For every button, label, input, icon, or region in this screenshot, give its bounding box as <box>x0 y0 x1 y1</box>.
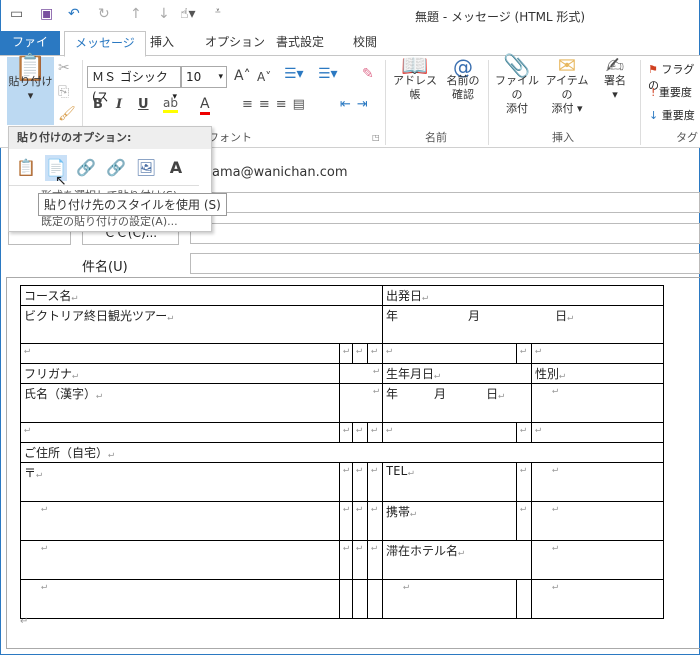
picture-icon[interactable]: 🖼 <box>135 155 157 181</box>
insert-group-label: 挿入 <box>552 131 574 144</box>
tab-insert[interactable]: 挿入 <box>140 31 184 56</box>
link-keep-source-icon[interactable]: 🔗 <box>75 155 97 181</box>
window-title: 無題 - メッセージ (HTML 形式) <box>415 10 586 24</box>
birthdate-value[interactable]: 年月日↵ <box>382 383 533 423</box>
shrink-font-icon[interactable]: A˅ <box>257 70 271 84</box>
birthdate-label: 生年月日↵ <box>382 363 533 384</box>
gender-label: 性別↵ <box>531 363 665 384</box>
to-field[interactable] <box>190 192 700 213</box>
paragraph-mark: ↵ <box>20 616 29 627</box>
names-group-label: 名前 <box>425 131 447 144</box>
cc-field[interactable] <box>190 223 700 244</box>
envelope-icon: ✉ <box>557 54 577 79</box>
align-icons[interactable]: ≡≡≡▤ <box>242 97 311 112</box>
touch-mode-icon[interactable]: ☝▾ <box>180 6 196 22</box>
customize-icon[interactable]: ⩡ <box>215 6 221 17</box>
paste-label: 貼り付け <box>8 75 53 88</box>
subject-label: 件名(U) <box>82 260 128 275</box>
subject-field[interactable] <box>190 253 700 274</box>
signature-icon: ✍ <box>605 54 625 79</box>
font-size-select[interactable]: 10 ▾ <box>181 66 227 88</box>
text-only-icon[interactable]: A <box>165 155 187 181</box>
low-importance-button[interactable]: ↓ 重要度 <box>649 107 695 123</box>
format-painter-icon[interactable]: 🖌 <box>58 106 76 122</box>
italic-button[interactable]: I <box>116 97 122 112</box>
font-name-select[interactable]: ＭＳ ゴシック (ス ▾ <box>87 66 181 104</box>
furigana-label: フリガナ↵ <box>20 363 340 384</box>
flag-icon: ⚑ <box>648 63 658 76</box>
paste-options-header: 貼り付けのオプション: <box>9 127 211 149</box>
attach-item-button[interactable]: ✉ アイテムの 添付 ▾ <box>542 54 592 116</box>
keep-source-format-icon[interactable]: 📋 <box>15 155 37 181</box>
bullets-icon[interactable]: ☰▾ <box>284 66 304 82</box>
down-arrow-icon: ↓ <box>649 109 659 122</box>
grow-font-icon[interactable]: A˄ <box>234 68 251 84</box>
up-icon[interactable]: ↑ <box>130 6 142 22</box>
postal-label[interactable]: 〒↵ <box>20 462 340 502</box>
indent-icons[interactable]: ⇤⇥ <box>340 97 374 112</box>
down-icon[interactable]: ↓ <box>158 6 170 22</box>
mobile-label: 携帯↵ <box>382 501 518 541</box>
tel-label: TEL↵ <box>382 462 518 502</box>
save-icon[interactable]: ▣ <box>40 6 53 22</box>
address-book-icon: 📖 <box>401 54 429 79</box>
undo-icon[interactable]: ↶ <box>68 6 80 22</box>
paste-button[interactable]: 📋 貼り付け ▾ <box>7 53 54 125</box>
highlight-icon[interactable]: ab <box>163 96 178 113</box>
tooltip: 貼り付け先のスタイルを使用 (S) <box>38 193 227 216</box>
message-icon[interactable]: ▭ <box>10 6 23 22</box>
dialog-launcher-icon[interactable]: ◳ <box>372 133 380 142</box>
signature-button[interactable]: ✍ 署名 ▾ <box>597 54 633 102</box>
tour-form-table: コース名↵ 出発日↵ ビクトリア終日観光ツアー↵ 年月日↵ ↵ ↵ ↵ ↵ ↵ ↵ ↵ フリガナ… <box>19 285 665 619</box>
font-group-label: フォント <box>208 131 252 144</box>
bold-button[interactable]: B <box>93 97 103 112</box>
paste-options-popup: 貼り付けのオプション: 📋 📄 🔗 🔗 🖼 A ↖ 形式を選択して貼り付け(S)… <box>8 126 212 232</box>
course-value[interactable]: ビクトリア終日観光ツアー↵ <box>19 305 384 344</box>
paperclip-icon: 📎 <box>503 54 531 79</box>
depart-date[interactable]: 年月日↵ <box>382 305 665 344</box>
tab-review[interactable]: 校閲 <box>343 31 387 56</box>
tab-options[interactable]: オプション <box>195 31 275 56</box>
depart-label: 出発日↵ <box>382 285 665 306</box>
high-importance-button[interactable]: ! 重要度 <box>651 84 692 100</box>
copy-icon[interactable]: ⎘ <box>58 84 69 100</box>
check-names-button[interactable]: @ 名前の 確認 <box>442 55 484 102</box>
clear-format-icon[interactable]: ✎ <box>362 66 374 82</box>
address-label: ご住所（自宅）↵ <box>19 442 665 463</box>
numbering-icon[interactable]: ☰▾ <box>318 66 338 82</box>
tags-group-label: タグ <box>676 131 698 144</box>
check-names-icon: @ <box>453 55 473 79</box>
exclamation-icon: ! <box>651 86 656 99</box>
course-label: コース名↵ <box>19 285 384 306</box>
redo-icon[interactable]: ↻ <box>98 6 110 22</box>
cut-icon[interactable]: ✂ <box>58 60 70 76</box>
address-book-button[interactable]: 📖 アドレス帳 <box>390 54 440 102</box>
underline-button[interactable]: U <box>138 97 149 112</box>
name-kanji-label: 氏名（漢字）↵ <box>20 383 340 423</box>
tab-message[interactable]: メッセージ <box>64 31 146 57</box>
clipboard-icon: 📋 <box>14 53 47 83</box>
attach-file-button[interactable]: 📎 ファイルの 添付 <box>492 54 542 116</box>
tab-format[interactable]: 書式設定 <box>266 31 334 56</box>
font-color-icon[interactable]: A <box>200 96 210 115</box>
to-field-value[interactable]: ama@wanichan.com <box>212 165 348 180</box>
message-body[interactable]: コース名↵ 出発日↵ ビクトリア終日観光ツアー↵ 年月日↵ ↵ ↵ ↵ ↵ ↵ ↵ ↵ フリガナ… <box>6 277 700 649</box>
hotel-label: 滞在ホテル名↵ <box>382 540 533 580</box>
link-destination-icon[interactable]: 🔗 <box>105 155 127 181</box>
